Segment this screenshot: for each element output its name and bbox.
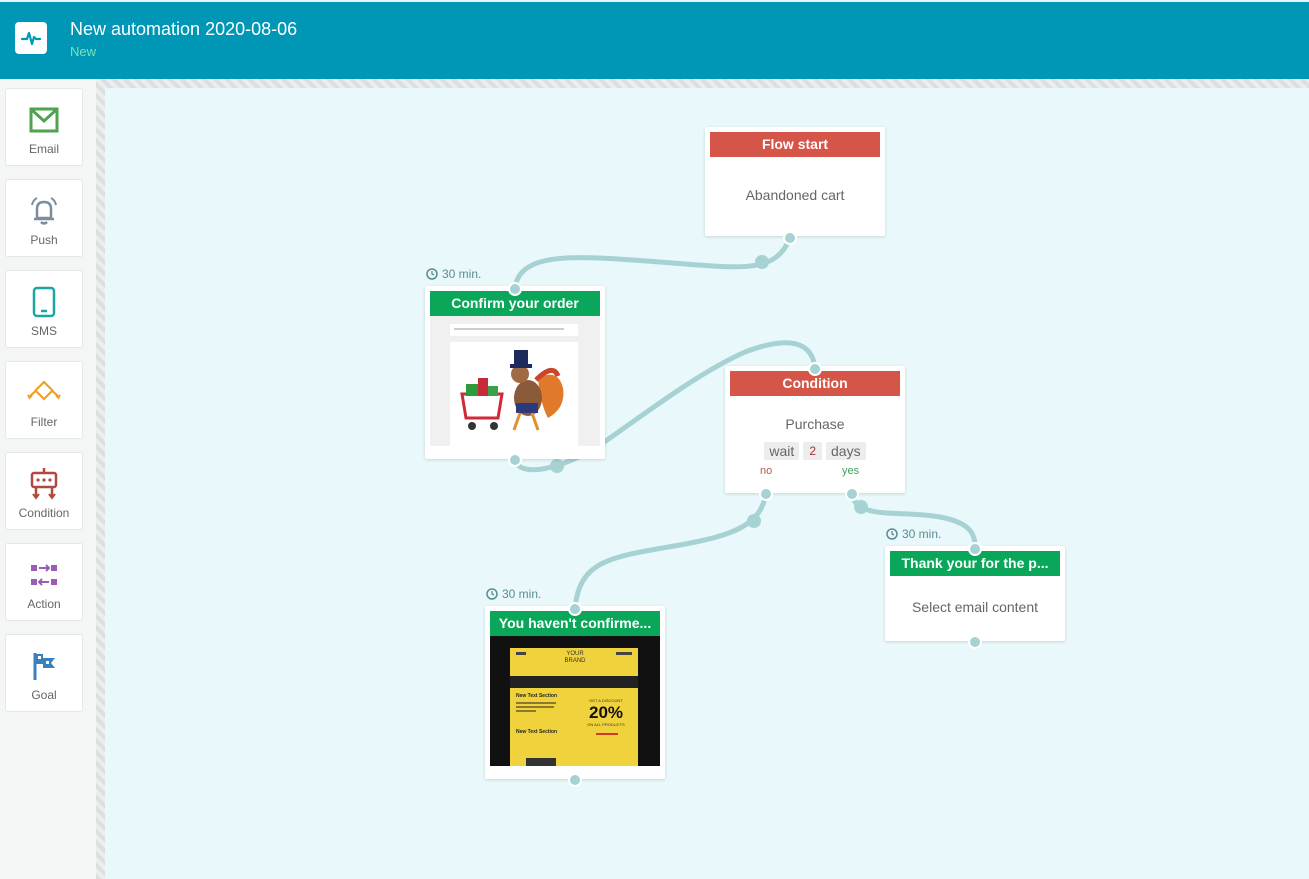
tool-sms[interactable]: SMS xyxy=(5,270,83,348)
tool-goal[interactable]: Goal xyxy=(5,634,83,712)
wait-label: wait xyxy=(764,442,800,460)
node-condition[interactable]: Condition Purchase wait 2 days no yes xyxy=(725,366,905,493)
node-not-confirmed-input-port[interactable] xyxy=(568,602,582,616)
node-thank-you-delay-text: 30 min. xyxy=(902,527,942,541)
tool-goal-label: Goal xyxy=(31,688,57,702)
node-condition-no-port[interactable] xyxy=(759,487,773,501)
tool-sms-label: SMS xyxy=(30,324,57,338)
clock-icon xyxy=(886,528,898,540)
node-confirm-order-input-port[interactable] xyxy=(508,282,522,296)
action-icon xyxy=(27,558,61,592)
node-flow-start-title: Flow start xyxy=(710,132,880,157)
node-flow-start-output-port[interactable] xyxy=(783,231,797,245)
tool-push-label: Push xyxy=(30,233,58,247)
node-flow-start[interactable]: Flow start Abandoned cart xyxy=(705,127,885,236)
condition-icon xyxy=(27,467,61,501)
node-condition-input-port[interactable] xyxy=(808,362,822,376)
node-thank-you-input-port[interactable] xyxy=(968,542,982,556)
node-confirm-order-delay[interactable]: 30 min. xyxy=(426,267,481,281)
node-confirm-order-output-port[interactable] xyxy=(508,453,522,467)
node-not-confirmed-delay[interactable]: 30 min. xyxy=(486,587,541,601)
filter-icon xyxy=(27,376,61,410)
node-flow-start-trigger: Abandoned cart xyxy=(745,187,845,203)
turkey-cart-image xyxy=(460,350,564,431)
automation-status: New xyxy=(70,44,97,59)
automation-logo-icon[interactable] xyxy=(15,22,47,54)
node-not-confirmed[interactable]: You haven't confirme... YOUR BRAND New T… xyxy=(485,606,665,779)
node-not-confirmed-output-port[interactable] xyxy=(568,773,582,787)
tool-filter[interactable]: Filter xyxy=(5,361,83,439)
flag-icon xyxy=(27,649,61,683)
node-thank-you-delay[interactable]: 30 min. xyxy=(886,527,941,541)
tool-condition-label: Condition xyxy=(18,506,70,520)
thumb-discount: 20% xyxy=(588,703,624,722)
branch-no-label: no xyxy=(760,465,773,477)
envelope-icon xyxy=(27,103,61,137)
thumb-section-1: New Text Section xyxy=(516,693,558,699)
tool-push[interactable]: Push xyxy=(5,179,83,257)
node-thank-you[interactable]: Thank your for the p... Select email con… xyxy=(885,546,1065,641)
thumb-discount-sub: ON ALL PRODUCTS xyxy=(587,722,625,727)
branch-yes-label: yes xyxy=(842,465,860,477)
tool-email[interactable]: Email xyxy=(5,88,83,166)
wait-value: 2 xyxy=(803,442,822,460)
tool-action[interactable]: Action xyxy=(5,543,83,621)
node-condition-wait[interactable]: wait 2 days xyxy=(725,442,905,460)
node-thank-you-select-content[interactable]: Select email content xyxy=(885,599,1065,615)
node-not-confirmed-delay-text: 30 min. xyxy=(502,587,542,601)
thumb-brand: YOUR BRAND xyxy=(564,651,586,664)
node-thank-you-output-port[interactable] xyxy=(968,635,982,649)
wait-unit: days xyxy=(826,442,866,460)
tablet-icon xyxy=(27,285,61,319)
node-confirm-order[interactable]: Confirm your order xyxy=(425,286,605,459)
email-thumbnail-not-confirmed: YOUR BRAND New Text Section GET A DISCOU… xyxy=(490,636,660,766)
clock-icon xyxy=(426,268,438,280)
email-thumbnail-confirm-order xyxy=(430,316,600,446)
thumb-section-2: New Text Section xyxy=(516,729,558,735)
tool-email-label: Email xyxy=(28,142,59,156)
tool-sidebar: Email Push SMS Filter Condition Action G… xyxy=(0,79,96,879)
clock-icon xyxy=(486,588,498,600)
tool-action-label: Action xyxy=(27,597,61,611)
node-condition-yes-port[interactable] xyxy=(845,487,859,501)
node-confirm-order-delay-text: 30 min. xyxy=(442,267,482,281)
tool-condition[interactable]: Condition xyxy=(5,452,83,530)
node-condition-event: Purchase xyxy=(785,416,845,432)
automation-title[interactable]: New automation 2020-08-06 xyxy=(70,19,297,40)
bell-icon xyxy=(27,194,61,228)
app-header: New automation 2020-08-06 New xyxy=(0,0,1309,79)
tool-filter-label: Filter xyxy=(30,415,58,429)
